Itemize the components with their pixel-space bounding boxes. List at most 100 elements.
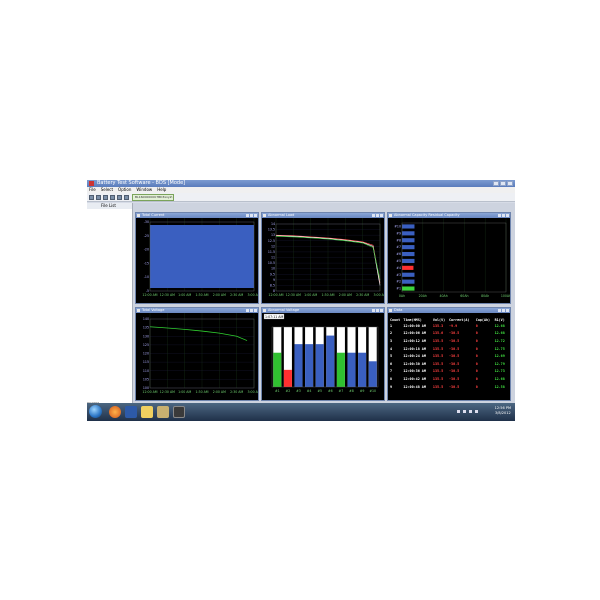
table-cell: -30.5 [448, 369, 460, 374]
y-tick-label: 13.5 [268, 228, 275, 232]
close-button[interactable] [380, 309, 383, 312]
table-cell: 0 [475, 369, 478, 374]
x-tick-label: 12:00 AM [142, 293, 157, 297]
x-tick-label: #6 [328, 389, 333, 393]
app-task-icon[interactable] [157, 406, 169, 418]
refresh-icon[interactable] [124, 195, 129, 200]
table-row[interactable]: 1 12:00:00 AM 135.3 -9.9 0 12.68 [390, 322, 508, 330]
minimize-button[interactable] [498, 214, 501, 217]
minimize-button[interactable] [246, 309, 249, 312]
x-tick-label: 2:30 AM [230, 390, 243, 394]
table-cell: 12:00:00 AM [403, 323, 426, 328]
y-tick-label: #1 [396, 287, 401, 291]
open-icon[interactable] [89, 195, 94, 200]
file-tab[interactable]: BL16000000U7BD3xxyZ.fpa5 [132, 194, 174, 201]
print-icon[interactable] [103, 195, 108, 200]
clock[interactable]: 12:56 PM 3/8/2012 [495, 406, 511, 416]
abnormal-capacity-chart: 0Ah 20Ah 40Ah 60Ah 80Ah 100Ah #10 #9 #8 #7 #6 #5 #4 #… [394, 218, 510, 298]
desktop-screen: Battery Test Software - BDS [Mode] File … [87, 180, 515, 421]
x-tick-label: 12:00 AM [142, 390, 157, 394]
maximize-button[interactable] [250, 214, 253, 217]
panel-icon [137, 214, 140, 217]
start-button[interactable] [89, 405, 102, 418]
minimize-button[interactable] [246, 214, 249, 217]
y-tick-label: 10 [271, 267, 275, 271]
panel-total-current[interactable]: Total Current -30 -25 -20 -15 -10 -5 12:00 AM 1… [135, 212, 259, 304]
close-button[interactable] [507, 181, 513, 186]
minimize-button[interactable] [498, 309, 501, 312]
table-cell: -30.5 [448, 338, 460, 343]
tray-network-icon[interactable] [469, 410, 472, 413]
table-cell: 0 [475, 323, 478, 328]
maximize-button[interactable] [376, 309, 379, 312]
x-tick-label: 12:30 AM [160, 390, 175, 394]
table-row[interactable]: 4 12:00:18 AM 135.5 -30.5 0 12.75 [390, 345, 508, 353]
table-cell: 0 [475, 361, 478, 366]
minimize-button[interactable] [493, 181, 499, 186]
y-tick-label: #6 [396, 252, 401, 256]
voltage-bar-8 [347, 352, 356, 387]
y-tick-label: #10 [394, 224, 401, 228]
maximize-button[interactable] [376, 214, 379, 217]
table-row[interactable]: 9 12:00:48 AM 135.5 -30.5 0 12.58 [390, 383, 508, 391]
y-tick-label: 12.5 [268, 239, 275, 243]
table-cell: 12:00:48 AM [403, 384, 426, 389]
x-tick-label: 3:00 AM [373, 293, 384, 297]
tray-volume-icon[interactable] [475, 410, 478, 413]
maximize-button[interactable] [502, 214, 505, 217]
panel-abnormal-voltage[interactable]: Abnormal Voltage 1:07:11 AM #1 #2 #3 #4 #5 #6 #… [261, 307, 385, 401]
tray-arrow-icon[interactable] [457, 410, 460, 413]
table-cell: -9.9 [448, 323, 458, 328]
window-title: Battery Test Software - BDS [Mode] [97, 180, 186, 186]
file-list-pane: File List [87, 203, 133, 403]
window-titlebar[interactable]: Battery Test Software - BDS [Mode] [87, 180, 515, 187]
file-list-header: File List [87, 203, 132, 209]
minimize-button[interactable] [372, 214, 375, 217]
y-tick-label: #4 [396, 266, 401, 270]
word-icon[interactable] [125, 406, 137, 418]
total-voltage-chart: 14013513012512011511010510012:00 AM 12:30… [142, 313, 258, 394]
folder-icon[interactable] [141, 406, 153, 418]
save-icon[interactable] [96, 195, 101, 200]
close-button[interactable] [506, 214, 509, 217]
table-row[interactable]: 2 12:00:06 AM 135.6 -30.5 0 12.68 [390, 330, 508, 338]
maximize-button[interactable] [250, 309, 253, 312]
close-button[interactable] [506, 309, 509, 312]
table-row[interactable]: 6 12:00:30 AM 135.5 -30.5 0 12.79 [390, 360, 508, 368]
table-cell: 135.5 [432, 376, 444, 381]
close-button[interactable] [254, 214, 257, 217]
panel-total-voltage[interactable]: Total Voltage 140 135 130 125 120 115 110 105 10… [135, 307, 259, 401]
panel-data[interactable]: Data Count Time(HMS) Vol(V) Current(A) Cap(A… [387, 307, 511, 401]
panel-icon [389, 309, 392, 312]
table-row[interactable]: 7 12:00:36 AM 135.5 -30.5 0 12.73 [390, 368, 508, 376]
battery-app-task-icon[interactable] [173, 406, 185, 418]
y-tick-label: 9.5 [270, 272, 275, 276]
table-cell: 2 [390, 331, 393, 336]
panel-abnormal-load[interactable]: Abnormal Load 14 13.5 13 12.5 12 11.5 11 10.5 10… [261, 212, 385, 304]
maximize-button[interactable] [502, 309, 505, 312]
table-row[interactable]: 3 12:00:12 AM 135.5 -30.5 0 12.72 [390, 337, 508, 345]
abnormal-load-chart: 1413.51312.51211.51110.5109.598.5812:00 … [268, 218, 384, 297]
x-tick-label: 2:00 AM [339, 293, 352, 297]
settings-icon[interactable] [117, 195, 122, 200]
firefox-icon[interactable] [109, 406, 121, 418]
close-button[interactable] [380, 214, 383, 217]
table-row[interactable]: 5 12:00:24 AM 135.5 -30.5 0 12.69 [390, 352, 508, 360]
data-table: Count Time(HMS) Vol(V) Current(A) Cap(Ah) R1(… [390, 317, 508, 390]
capacity-bar-3 [402, 272, 415, 277]
close-button[interactable] [254, 309, 257, 312]
table-row[interactable]: 8 12:00:42 AM 135.5 -30.5 0 12.68 [390, 375, 508, 383]
minimize-button[interactable] [372, 309, 375, 312]
panel-abnormal-capacity[interactable]: Abnormal Capacity Residual Capacity 0Ah 2… [387, 212, 511, 304]
table-cell: 0 [475, 376, 478, 381]
maximize-button[interactable] [500, 181, 506, 186]
x-tick-label: 2:00 AM [213, 390, 226, 394]
y-tick-label: 105 [143, 377, 149, 381]
x-tick-label: #5 [317, 389, 322, 393]
capacity-bar-6 [402, 251, 415, 257]
table-cell: 0 [475, 331, 478, 336]
total-voltage-line [149, 326, 248, 341]
copy-icon[interactable] [110, 195, 115, 200]
tray-flag-icon[interactable] [463, 410, 466, 413]
y-tick-label: -15 [144, 261, 149, 265]
